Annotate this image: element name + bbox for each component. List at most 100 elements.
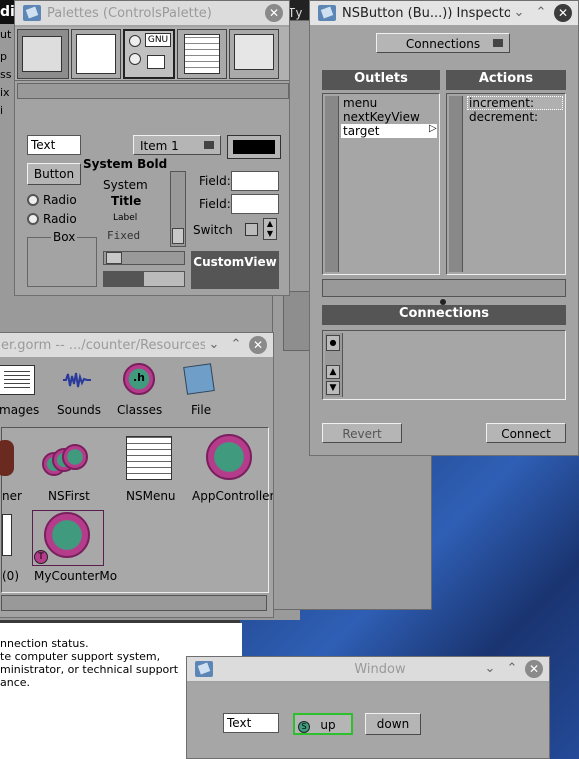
menu-icon[interactable] [126,436,172,480]
gorm-app-icon [23,5,41,21]
outlet-item[interactable]: target [343,124,380,138]
radio-label[interactable]: Radio [43,193,77,207]
vertical-slider-widget[interactable] [170,171,186,247]
containers-palette-icon[interactable] [229,29,279,79]
strip-text: ut [0,28,12,41]
custom-object-icon[interactable] [44,512,90,558]
gorm-app-icon [318,5,336,21]
revert-button[interactable]: Revert [322,423,402,443]
radio-label[interactable]: Radio [43,212,77,226]
close-icon[interactable]: ✕ [265,4,283,22]
chevron-up-icon[interactable]: ⌃ [532,4,550,22]
down-button[interactable]: down [365,713,421,735]
button-widget[interactable]: Button [27,163,81,185]
switch-checkbox[interactable] [245,223,258,236]
bg-title-fragment: di [0,0,15,24]
test-window-titlebar[interactable]: Window ⌄ ⌃ ✕ [187,657,549,681]
radio-icon[interactable] [27,194,39,206]
chevron-down-icon[interactable]: ⌄ [481,660,499,678]
box-title: Box [51,230,78,244]
chevron-up-icon[interactable]: ⌃ [503,660,521,678]
inspector-titlebar[interactable]: NSButton (Bu...)) Inspector ⌄ ⌃ ✕ [310,1,578,25]
object-label: ner [2,489,22,503]
data-palette-icon[interactable] [177,29,227,79]
object-label: NSFirst [48,489,90,503]
close-icon[interactable]: ✕ [249,336,267,354]
close-icon[interactable]: ✕ [554,4,572,22]
test-window: Window ⌄ ⌃ ✕ Text S up down [186,656,550,759]
images-icon[interactable] [0,365,35,395]
help-line: te computer support system, [0,650,161,663]
tab-file[interactable]: File [191,403,211,417]
tab-sounds[interactable]: Sounds [57,403,101,417]
form-field-input[interactable] [231,171,279,191]
menus-palette-icon[interactable] [17,29,69,79]
horizontal-slider-widget[interactable] [103,251,185,265]
custom-view-widget[interactable]: CustomView [191,251,279,289]
palettes-window: Palettes (ControlsPalette) ✕ GNU Text It… [14,0,290,296]
progress-indicator-widget[interactable] [103,271,185,287]
tab-images[interactable]: mages [0,403,39,417]
field-label: Field: [199,197,231,211]
radio-icon[interactable] [27,213,39,225]
connections-header: Connections [322,305,566,325]
windows-palette-icon[interactable] [71,29,121,79]
stepper-widget[interactable]: ▲ ▼ [263,218,277,240]
actions-scrollbar[interactable] [449,96,463,272]
palette-scrollbar[interactable] [17,83,289,99]
object-label: AppController [192,489,274,503]
actions-browser: increment: decrement: [446,93,566,275]
font-title[interactable]: Title [111,194,141,208]
target-badge-icon: T [34,550,48,564]
font-label[interactable]: Label [113,213,137,223]
font-system[interactable]: System [103,178,148,192]
scroll-down-icon[interactable]: ▼ [326,381,340,395]
classes-icon[interactable]: .h [123,363,155,395]
strip-text: p [0,50,7,63]
form-field-input[interactable] [231,194,279,214]
tab-classes[interactable]: Classes [117,403,162,417]
window-title: Palettes (ControlsPalette) [47,5,212,21]
owner-icon[interactable] [0,440,14,476]
help-line: ance. [0,676,31,689]
outlet-item[interactable]: menu [343,96,377,110]
inspector-mode-popup[interactable]: Connections [376,33,510,53]
color-well-widget[interactable] [227,135,281,159]
hidden-window-strip: ut p ss ix i [0,24,14,324]
help-line: nnection status. [0,637,89,650]
gorm-titlebar[interactable]: er.gorm -- .../counter/Resources ⌄ ⌃ ✕ [0,333,273,357]
connect-button[interactable]: Connect [486,423,566,443]
font-fixed[interactable]: Fixed [107,229,140,242]
outlet-item[interactable]: nextKeyView [343,110,420,124]
browser-horizontal-scrollbar[interactable] [322,279,566,297]
font-system-bold[interactable]: System Bold [83,157,167,171]
action-item[interactable]: increment: [469,96,534,110]
palettes-titlebar[interactable]: Palettes (ControlsPalette) ✕ [15,1,289,25]
connections-scrollbar[interactable]: ● ▲ ▼ [325,333,343,397]
scroll-up-icon[interactable]: ▲ [326,365,340,379]
close-icon[interactable]: ✕ [525,660,543,678]
chevron-down-icon[interactable]: ⌄ [510,4,528,22]
popup-arrow-icon [493,39,503,47]
window-object-icon[interactable] [2,514,12,556]
chevron-up-icon[interactable]: ⌃ [227,336,245,354]
chevron-down-icon[interactable]: ⌄ [205,336,223,354]
action-item[interactable]: decrement: [469,110,538,124]
sounds-icon[interactable] [63,371,91,389]
gorm-document-window: er.gorm -- .../counter/Resources ⌄ ⌃ ✕ m… [0,332,274,618]
text-field-widget[interactable]: Text [27,135,81,155]
gorm-horizontal-scrollbar[interactable] [1,595,267,611]
popup-button-widget[interactable]: Item 1 [133,135,221,155]
counter-text-field[interactable]: Text [223,713,279,733]
up-button[interactable]: S up [293,713,353,735]
outlets-scrollbar[interactable] [325,96,339,272]
terminal-line: Ty [288,6,303,20]
app-controller-icon[interactable] [206,434,252,480]
strip-text: ss [0,68,12,81]
box-widget[interactable] [27,237,97,287]
switch-label[interactable]: Switch [193,223,233,237]
file-icon[interactable] [183,363,215,395]
gorm-tab-bar: mages Sounds .h Classes File [0,361,271,423]
controls-palette-icon[interactable]: GNU [123,29,175,79]
first-responder-icon[interactable] [42,438,90,478]
